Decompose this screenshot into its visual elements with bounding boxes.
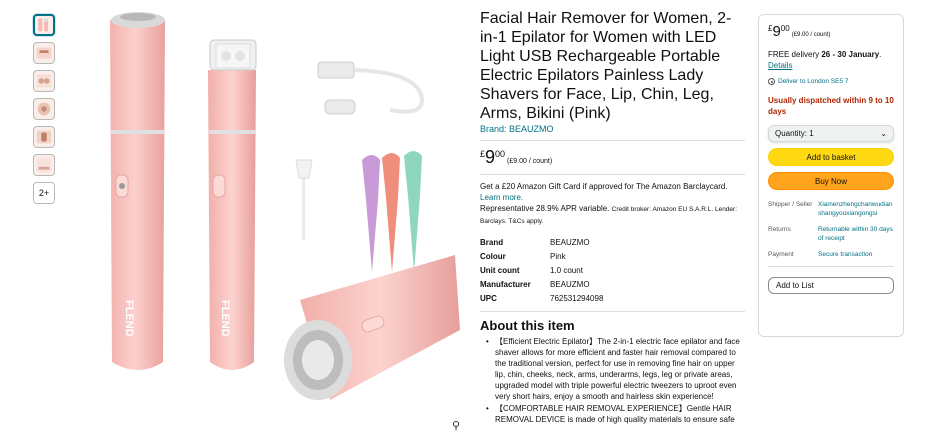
- deliver-to-link[interactable]: Deliver to London SE5 7: [768, 78, 894, 85]
- usb-cable: [317, 61, 425, 115]
- thumbnail-1[interactable]: [33, 14, 55, 36]
- brand-mark-right: FLEND: [219, 300, 231, 337]
- learn-more-link[interactable]: Learn more.: [480, 192, 745, 203]
- divider: [480, 174, 745, 175]
- returns-link[interactable]: Returnable within 30 days of receipt: [818, 225, 894, 243]
- location-icon: [768, 78, 775, 85]
- list-item: Payment Secure transaction: [768, 250, 873, 259]
- about-this-item: About this item 【Efficient Electric Epil…: [480, 318, 745, 425]
- epilator-device-left: FLEND: [110, 12, 165, 370]
- product-price: £900(£9.00 / count): [480, 147, 553, 167]
- about-heading: About this item: [480, 318, 575, 333]
- seller-info: Shipper / Seller Xiamenzhengchanwudiansha…: [768, 200, 894, 259]
- stock-status: Usually dispatched within 9 to 10 days: [768, 96, 894, 116]
- details-link[interactable]: Details: [768, 60, 894, 71]
- divider: [480, 140, 745, 141]
- more-images-button[interactable]: 2+: [33, 182, 55, 204]
- cleaning-brush: [295, 159, 313, 240]
- epilator-device-lying: [284, 255, 460, 400]
- main-product-image[interactable]: FLEND FLEND: [60, 0, 460, 432]
- product-specs-table: Brand BEAUZMO Colour Pink Unit count 1.0 co…: [480, 235, 603, 305]
- chevron-down-icon: ⌄: [880, 129, 887, 138]
- list-item: 【COMFORTABLE HAIR REMOVAL EXPERIENCE】Gen…: [486, 403, 745, 425]
- product-title: Facial Hair Remover for Women, 2-in-1 Ep…: [480, 10, 732, 122]
- buybox-price: £900(£9.00 / count): [768, 23, 831, 40]
- add-to-list-button[interactable]: Add to List: [768, 277, 894, 294]
- barclaycard-promo: Get a £20 Amazon Gift Card if approved f…: [480, 181, 745, 227]
- table-row: Unit count 1.0 count: [480, 265, 583, 275]
- payment-link[interactable]: Secure transaction: [818, 250, 872, 259]
- thumbnail-strip: 2+: [33, 14, 55, 210]
- divider: [480, 311, 745, 312]
- thumbnail-5[interactable]: [33, 126, 55, 148]
- table-row: Colour Pink: [480, 251, 566, 261]
- brand-mark-left: FLEND: [123, 300, 135, 337]
- delivery-info: FREE delivery 26 - 30 January. Details: [768, 49, 894, 71]
- divider: [768, 266, 894, 267]
- eyebrow-razors: [362, 151, 422, 272]
- list-item: 【Efficient Electric Epilator】The 2-in-1 …: [486, 336, 745, 402]
- brand-link[interactable]: Brand: BEAUZMO: [480, 124, 745, 134]
- buy-box: £900(£9.00 / count) FREE delivery 26 - 3…: [758, 14, 904, 337]
- thumbnail-6[interactable]: [33, 154, 55, 176]
- thumbnail-3[interactable]: [33, 70, 55, 92]
- table-row: Brand BEAUZMO: [480, 237, 590, 247]
- epilator-device-right: FLEND: [208, 39, 257, 370]
- quantity-select[interactable]: Quantity: 1 ⌄: [768, 125, 894, 142]
- table-row: Manufacturer BEAUZMO: [480, 279, 590, 289]
- buy-now-button[interactable]: Buy Now: [768, 172, 894, 190]
- list-item: Shipper / Seller Xiamenzhengchanwudiansha…: [768, 200, 894, 218]
- thumbnail-2[interactable]: [33, 42, 55, 64]
- zoom-icon[interactable]: ⚲: [452, 420, 464, 432]
- table-row: UPC 762531294098: [480, 293, 604, 303]
- seller-link[interactable]: Xiamenzhengchanwudianshangyouxiangongsi: [818, 200, 894, 218]
- product-details: Facial Hair Remover for Women, 2-in-1 Ep…: [480, 0, 745, 426]
- list-item: Returns Returnable within 30 days of rece…: [768, 225, 894, 243]
- thumbnail-4[interactable]: [33, 98, 55, 120]
- add-to-basket-button[interactable]: Add to basket: [768, 148, 894, 166]
